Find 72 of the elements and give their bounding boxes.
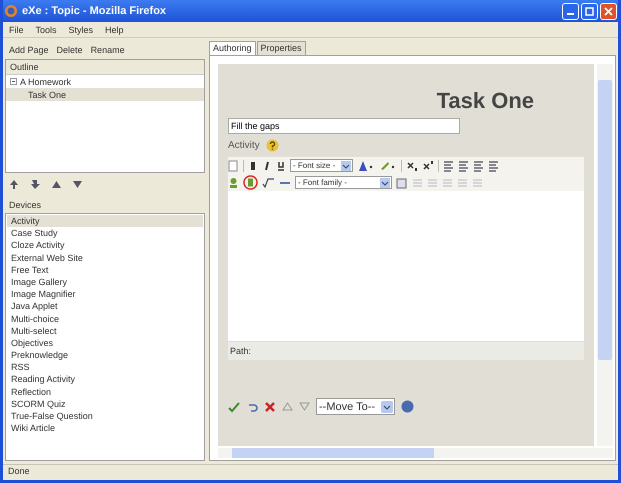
italic-icon[interactable] [262,160,272,172]
outline-toolbar-button[interactable]: Add Page [9,45,49,55]
align-icon[interactable] [473,160,484,172]
expander-icon[interactable] [10,78,17,85]
device-item[interactable]: Preknowledge [7,349,203,362]
font-family-dropdown[interactable]: - Font family - [295,176,392,189]
outline-toolbar-button[interactable]: Delete [56,45,83,55]
outline-header: Outline [6,60,204,75]
device-item[interactable]: Multi-choice [7,312,203,325]
subscript-icon[interactable] [406,160,418,172]
device-item[interactable]: True-False Question [7,410,203,422]
help-icon[interactable] [266,139,279,152]
device-item[interactable]: Free Text [7,264,203,276]
window-title: eXe : Topic - Mozilla Firefox [22,5,168,17]
close-button[interactable] [600,2,617,20]
menu-item[interactable]: Styles [68,24,94,34]
minimize-button[interactable] [562,2,579,20]
menu-item[interactable]: File [9,24,24,34]
device-item[interactable]: Objectives [7,336,203,350]
promote-icon[interactable] [9,179,20,190]
device-item[interactable]: Cloze Activity [7,239,203,252]
check-icon[interactable] [228,400,240,412]
document-icon[interactable] [228,160,239,172]
align-icon[interactable] [488,160,500,172]
circled-document-icon[interactable] [243,175,258,190]
menu-item[interactable]: Tools [36,24,57,34]
down-arrow-icon[interactable] [72,179,83,190]
demote-icon[interactable] [30,179,41,190]
menu-item[interactable]: Help [105,24,124,34]
minimize-icon [567,12,574,14]
device-item[interactable]: Java Applet [7,300,203,312]
close-icon [604,6,613,16]
underline-icon[interactable] [276,160,286,172]
superscript-icon[interactable] [422,160,434,172]
tab[interactable]: Authoring [209,41,256,55]
status-text: Done [3,464,618,480]
device-item[interactable]: Wiki Article [7,422,203,434]
device-item[interactable]: Multi-select [7,324,203,337]
maximize-button[interactable] [581,2,598,20]
horizontal-scrollbar[interactable] [218,448,613,458]
align-icon[interactable] [443,160,454,172]
up-arrow-icon[interactable] [51,179,62,190]
editor-path-label: Path: [228,341,584,360]
tab[interactable]: Properties [256,41,306,55]
device-item[interactable]: SCORM Quiz [7,398,203,410]
device-item[interactable]: Case Study [7,227,203,240]
outline-item[interactable]: Task One [6,88,204,101]
device-item[interactable]: Reflection [7,386,203,398]
device-item[interactable]: RSS [7,361,203,374]
outline-toolbar-button[interactable]: Rename [90,45,125,55]
device-item[interactable]: Activity [7,215,203,228]
devices-header: Devices [8,199,42,212]
align-icon[interactable] [458,160,470,172]
delete-icon[interactable] [264,400,276,412]
device-item[interactable]: Reading Activity [7,373,203,386]
outline-item[interactable]: A Homework [20,76,72,86]
idevice-label: Activity [228,140,260,151]
title-field[interactable]: Fill the gaps [228,118,460,134]
math-icon[interactable] [262,176,275,188]
device-item[interactable]: Image Gallery [7,276,203,288]
move-to-dropdown[interactable]: --Move To-- [316,398,396,415]
device-item[interactable]: Image Magnifier [7,288,203,300]
vertical-scrollbar[interactable] [597,64,613,446]
caret-icon [381,400,394,412]
page-title: Task One [436,88,535,114]
maximize-icon [585,6,594,16]
image-icon[interactable] [228,176,239,188]
device-item[interactable]: External Web Site [7,252,203,264]
font-size-dropdown[interactable]: - Font size - [290,159,354,172]
caret-icon [380,178,390,188]
edit-icon[interactable] [396,176,408,188]
caret-icon [341,160,352,170]
